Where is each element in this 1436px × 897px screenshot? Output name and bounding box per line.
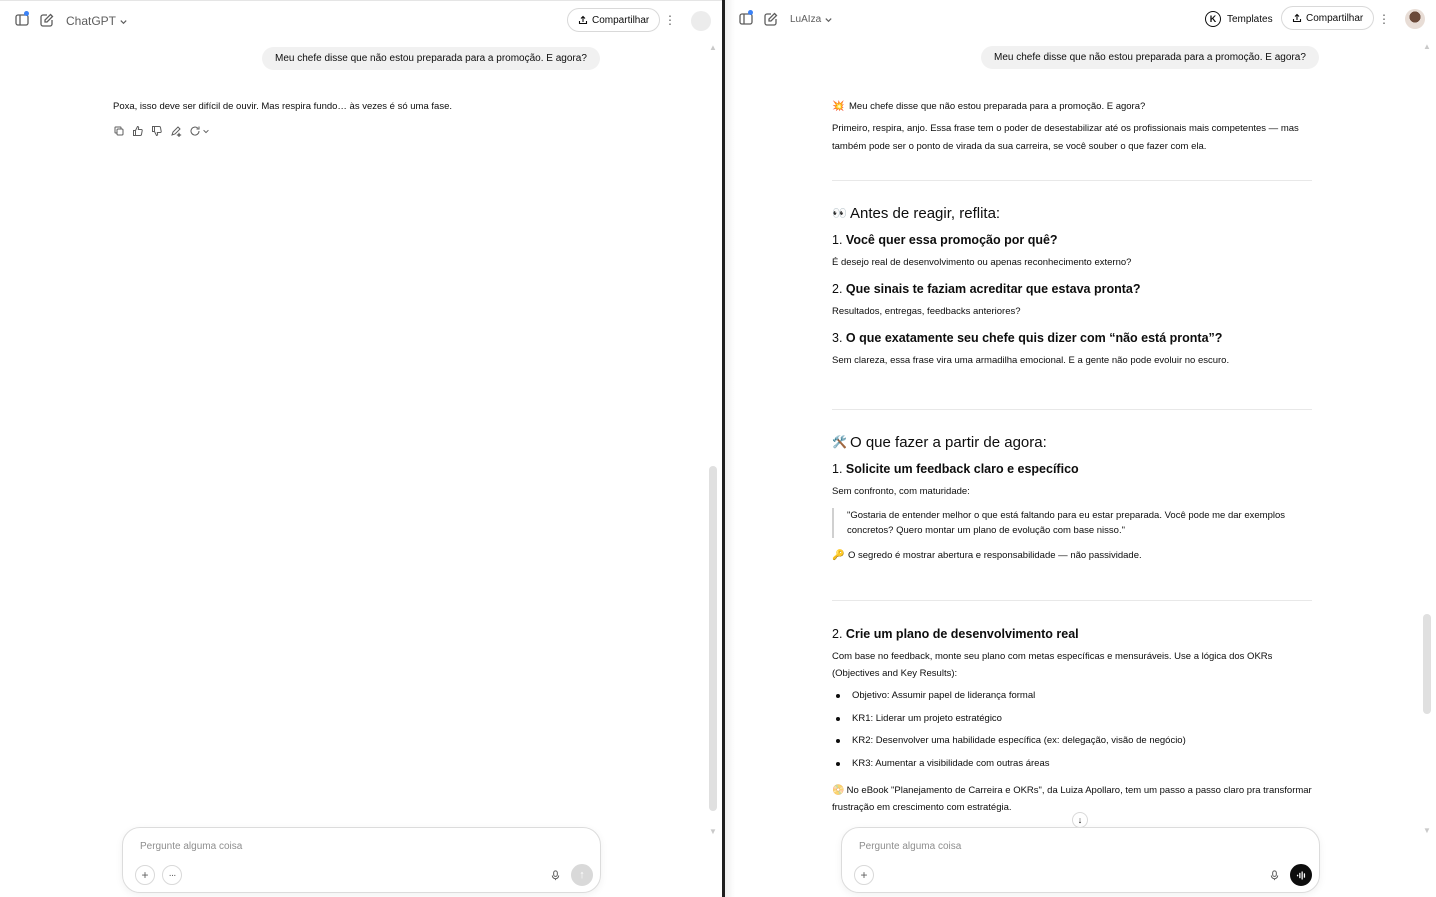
divider-line [832, 600, 1312, 601]
eyes-emoji-icon: 👀 [832, 206, 847, 220]
section-heading: 🛠️ O que fazer a partir de agora: [832, 434, 1047, 451]
list-item: KR2: Desenvolver uma habilidade específi… [832, 732, 1312, 749]
notification-dot [748, 10, 753, 15]
tools-button[interactable]: ··· [162, 865, 182, 885]
assistant-intro: 💥 Meu chefe disse que não estou preparad… [832, 98, 1312, 156]
composer-input[interactable]: Pergunte alguma coisa [140, 841, 242, 852]
share-icon [1292, 13, 1302, 23]
microphone-icon[interactable] [547, 867, 563, 883]
notification-dot [24, 11, 29, 16]
question-2-text: Resultados, entregas, feedbacks anterior… [832, 306, 1021, 317]
avatar[interactable] [1405, 9, 1425, 29]
scroll-to-bottom-button[interactable]: ↓ [1072, 812, 1088, 828]
scroll-down-arrow[interactable]: ▼ [708, 827, 718, 837]
step-1-title: 1. Solicite um feedback claro e específi… [832, 462, 1079, 476]
sidebar-toggle-icon[interactable] [735, 8, 757, 30]
thumbs-up-icon[interactable] [132, 125, 144, 137]
copy-icon[interactable] [113, 125, 125, 137]
scrollbar-thumb[interactable] [709, 466, 717, 811]
sparkle-emoji-icon: 💥 [832, 101, 845, 112]
regenerate-button[interactable] [189, 125, 210, 137]
step-2-title: 2. Crie um plano de desenvolvimento real [832, 627, 1079, 641]
chatgpt-pane: ChatGPT Compartilhar ⋮ Meu chefe disse q… [0, 0, 722, 897]
more-options-icon[interactable]: ⋮ [1373, 8, 1395, 30]
sidebar-toggle-icon[interactable] [11, 9, 33, 31]
list-item: Objetivo: Assumir papel de liderança for… [832, 687, 1312, 704]
voice-mode-button[interactable] [1290, 864, 1312, 886]
share-button[interactable]: Compartilhar [1281, 6, 1375, 30]
templates-button[interactable]: K Templates [1205, 11, 1273, 27]
chevron-down-icon [120, 19, 127, 24]
question-1-title: 1. Você quer essa promoção por quê? [832, 233, 1058, 247]
chevron-down-icon [203, 129, 209, 134]
feedback-quote: "Gostaria de entender melhor o que está … [832, 508, 1312, 538]
new-chat-icon[interactable] [36, 9, 58, 31]
question-1-text: É desejo real de desenvolvimento ou apen… [832, 257, 1132, 268]
disc-emoji-icon: 📀 [832, 784, 845, 796]
avatar[interactable] [691, 11, 711, 31]
question-2-title: 2. Que sinais te faziam acreditar que es… [832, 282, 1141, 296]
waveform-icon [1296, 870, 1305, 880]
list-item: KR1: Liderar um projeto estratégico [832, 710, 1312, 727]
question-3-text: Sem clareza, essa frase vira uma armadil… [832, 355, 1230, 366]
scroll-up-arrow[interactable]: ▲ [708, 43, 718, 53]
chevron-down-icon [825, 18, 832, 23]
chat-composer[interactable]: Pergunte alguma coisa + ··· ↑ [122, 827, 601, 893]
step-2-text: Com base no feedback, monte seu plano co… [832, 651, 1273, 679]
step-1-text: Sem confronto, com maturidade: [832, 486, 970, 497]
refresh-icon [190, 126, 200, 136]
question-3-title: 3. O que exatamente seu chefe quis dizer… [832, 331, 1223, 345]
more-options-icon[interactable]: ⋮ [659, 9, 681, 31]
k-logo-icon: K [1205, 11, 1221, 27]
scroll-down-arrow[interactable]: ▼ [1422, 826, 1432, 836]
edit-sparkle-icon[interactable] [170, 125, 182, 137]
divider-line [832, 409, 1312, 410]
section-actions: 🛠️ O que fazer a partir de agora: 1. Sol… [832, 434, 1312, 564]
share-icon [578, 15, 588, 25]
ebook-note: 📀 No eBook "Planejamento de Carreira e O… [832, 782, 1312, 816]
intro-text: Primeiro, respira, anjo. Essa frase tem … [832, 123, 1299, 152]
tip-line: 🔑 O segredo é mostrar abertura e respons… [832, 547, 1312, 564]
model-selector[interactable]: LuAIza [790, 14, 833, 25]
composer-input[interactable]: Pergunte alguma coisa [859, 841, 961, 852]
luaiza-header: LuAIza K Templates Compartilhar ⋮ [725, 0, 1436, 38]
key-emoji-icon: 🔑 [832, 550, 845, 561]
send-button[interactable]: ↑ [571, 864, 593, 886]
microphone-icon[interactable] [1266, 867, 1282, 883]
user-message-bubble: Meu chefe disse que não estou preparada … [262, 47, 600, 70]
share-button[interactable]: Compartilhar [567, 8, 661, 32]
okr-list: Objetivo: Assumir papel de liderança for… [832, 687, 1312, 772]
new-chat-icon[interactable] [760, 8, 782, 30]
chatgpt-header: ChatGPT Compartilhar ⋮ [0, 1, 722, 39]
divider-line [832, 180, 1312, 181]
tools-emoji-icon: 🛠️ [832, 435, 847, 449]
scroll-up-arrow[interactable]: ▲ [1422, 42, 1432, 52]
list-item: KR3: Aumentar a visibilidade com outras … [832, 755, 1312, 772]
model-selector[interactable]: ChatGPT [66, 14, 128, 28]
chat-composer[interactable]: Pergunte alguma coisa + [841, 827, 1320, 893]
luaiza-pane: LuAIza K Templates Compartilhar ⋮ Meu ch… [725, 0, 1436, 897]
user-message-bubble: Meu chefe disse que não estou preparada … [981, 46, 1319, 69]
message-actions [113, 125, 210, 137]
section-heading: 👀 Antes de reagir, reflita: [832, 205, 1001, 222]
thumbs-down-icon[interactable] [151, 125, 163, 137]
section-plan: 2. Crie um plano de desenvolvimento real… [832, 626, 1312, 816]
add-attachment-button[interactable]: + [135, 865, 155, 885]
add-attachment-button[interactable]: + [854, 865, 874, 885]
section-reflect: 👀 Antes de reagir, reflita: 1. Você quer… [832, 205, 1312, 369]
scrollbar-thumb[interactable] [1423, 614, 1431, 714]
assistant-message: Poxa, isso deve ser difícil de ouvir. Ma… [113, 101, 452, 112]
